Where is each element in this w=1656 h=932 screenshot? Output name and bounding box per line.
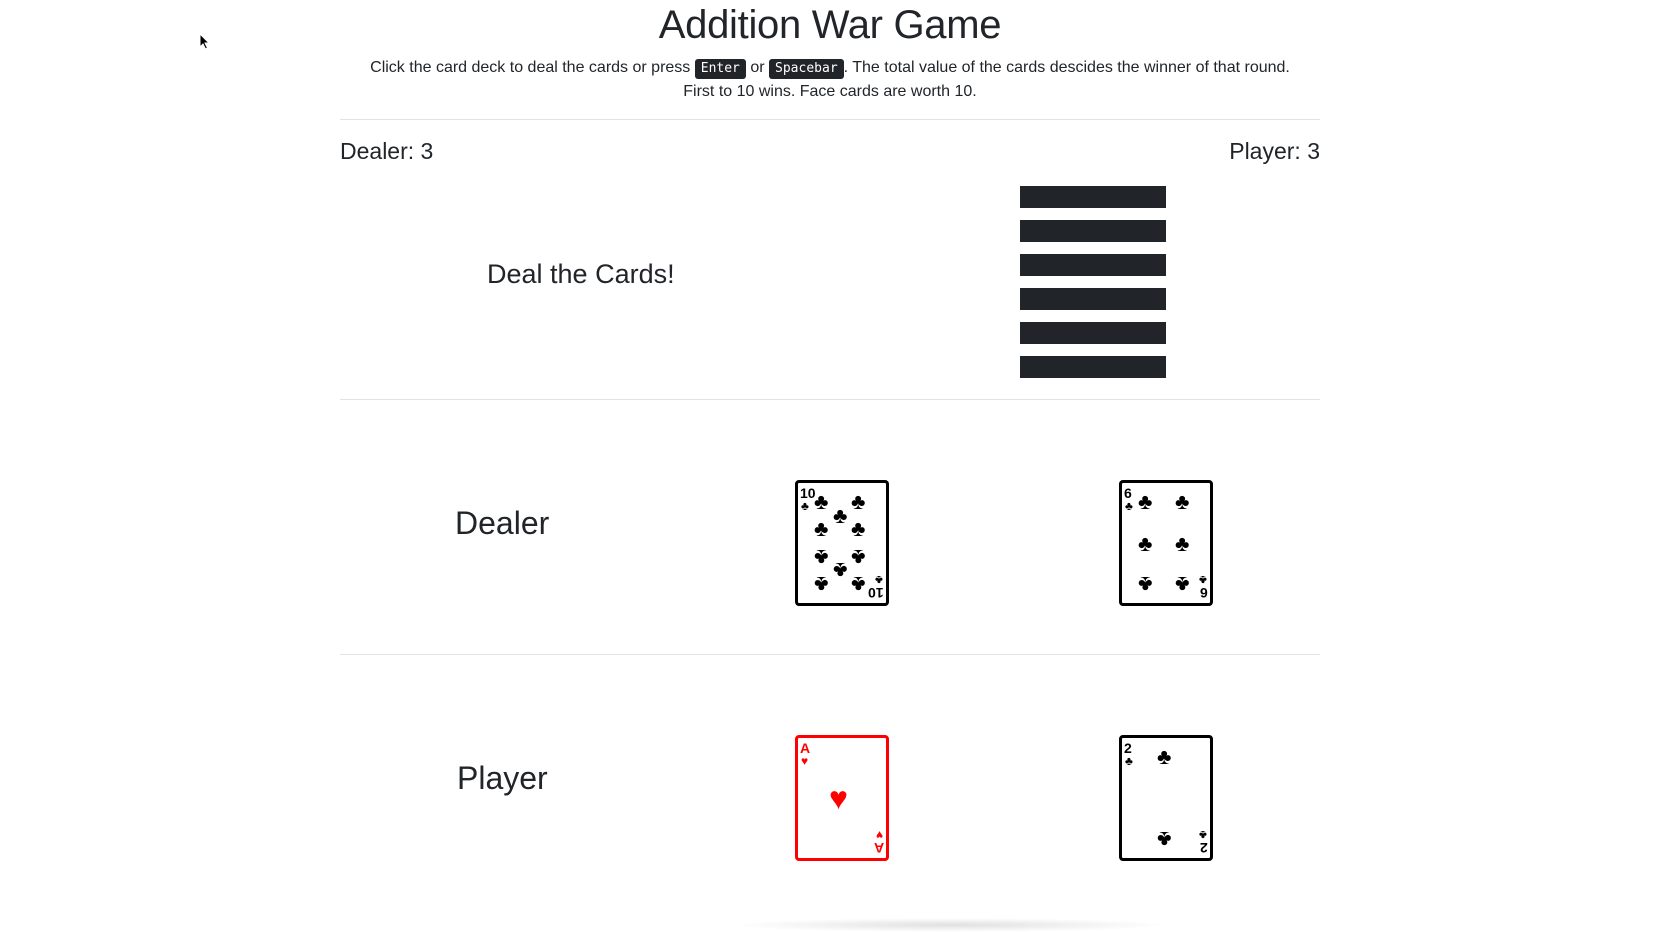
card-rank: A: [873, 840, 884, 856]
divider: [340, 399, 1320, 400]
player-score: Player: 3: [1229, 138, 1320, 164]
club-icon: ♣: [1125, 499, 1133, 513]
instructions-or: or: [750, 59, 765, 76]
card-rank: 10: [868, 585, 884, 601]
deck-card-edge: [1020, 186, 1166, 208]
player-card-2: 2 ♣ ♣ ♣ ♣ 2: [1119, 735, 1213, 861]
card-rank: 6: [1124, 485, 1132, 501]
instructions: Click the card deck to deal the cards or…: [320, 56, 1340, 104]
club-icon: ♣: [1175, 489, 1190, 514]
club-icon: ♣: [1175, 572, 1190, 597]
dealer-card-1: 10 ♣ ♣ ♣ ♣ ♣ ♣ ♣ ♣ ♣ ♣ ♣ ♣ 10: [795, 480, 889, 606]
club-icon: ♣: [851, 516, 866, 541]
club-icon: ♣: [851, 489, 866, 514]
club-icon: ♣: [814, 516, 829, 541]
club-icon: ♣: [801, 499, 809, 513]
club-icon: ♣: [1138, 489, 1153, 514]
deck-card-edge: [1020, 220, 1166, 242]
club-icon: ♣: [814, 572, 829, 597]
divider: [340, 119, 1320, 120]
player-row-label: Player: [457, 760, 548, 796]
page-title: Addition War Game: [658, 3, 1002, 47]
enter-key-hint: Enter: [694, 59, 746, 79]
club-icon: ♣: [1125, 754, 1133, 768]
heart-icon: ♥: [829, 780, 848, 816]
card-rank: 2: [1200, 840, 1208, 856]
dealer-row-label: Dealer: [455, 505, 550, 541]
dealer-card-2: 6 ♣ ♣ ♣ ♣ ♣ ♣ ♣ ♣ 6: [1119, 480, 1213, 606]
club-icon: ♣: [1157, 744, 1172, 769]
card-deck[interactable]: [1020, 186, 1166, 390]
deal-prompt: Deal the Cards!: [487, 259, 675, 289]
club-icon: ♣: [833, 558, 848, 583]
club-icon: ♣: [851, 572, 866, 597]
card-rank: A: [800, 740, 811, 756]
player-card-1: A ♥ ♥ ♥ A: [795, 735, 889, 861]
bottom-shadow: [730, 918, 1170, 932]
instructions-text: Click the card deck to deal the cards or…: [370, 59, 691, 76]
heart-icon: ♥: [801, 754, 809, 768]
club-icon: ♣: [833, 503, 848, 528]
club-icon: ♣: [814, 489, 829, 514]
club-icon: ♣: [1175, 531, 1190, 556]
dealer-score: Dealer: 3: [340, 138, 434, 164]
deck-card-edge: [1020, 322, 1166, 344]
club-icon: ♣: [851, 545, 866, 570]
card-rank: 2: [1124, 740, 1132, 756]
mouse-cursor-icon: [199, 32, 211, 51]
instructions-line-2: First to 10 wins. Face cards are worth 1…: [683, 83, 977, 100]
deck-card-edge: [1020, 288, 1166, 310]
club-icon: ♣: [1157, 827, 1172, 852]
card-rank: 6: [1200, 585, 1208, 601]
spacebar-key-hint: Spacebar: [769, 59, 844, 79]
club-icon: ♣: [1138, 572, 1153, 597]
club-icon: ♣: [1138, 531, 1153, 556]
club-icon: ♣: [814, 545, 829, 570]
deck-card-edge: [1020, 356, 1166, 378]
instructions-text-after: . The total value of the cards descides …: [843, 59, 1290, 76]
divider: [340, 654, 1320, 655]
deck-card-edge: [1020, 254, 1166, 276]
